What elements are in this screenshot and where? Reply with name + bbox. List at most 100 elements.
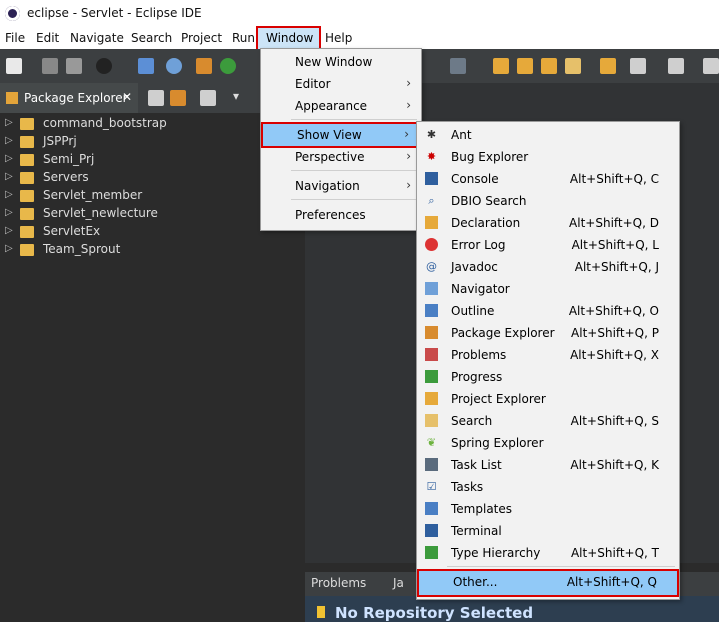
package-explorer-tab[interactable]: Package Explorer ✕ (0, 83, 138, 113)
expand-icon[interactable]: ▷ (5, 153, 13, 164)
open-type-icon[interactable] (493, 58, 509, 74)
toolbar-action-icon[interactable] (450, 58, 466, 74)
menu-separator (291, 199, 417, 200)
save-icon[interactable] (42, 58, 58, 74)
shortcut: Alt+Shift+Q, J (574, 260, 659, 274)
progress-icon (425, 370, 438, 383)
link-editor-icon[interactable] (170, 90, 186, 106)
menu-item-label: Navigation (295, 179, 360, 193)
collapse-all-icon[interactable] (148, 90, 164, 106)
menu-item-perspective[interactable]: Perspective › (261, 146, 421, 168)
view-item-problems[interactable]: Problems Alt+Shift+Q, X (417, 344, 679, 366)
menu-project[interactable]: Project (181, 31, 222, 45)
view-item-declaration[interactable]: Declaration Alt+Shift+Q, D (417, 212, 679, 234)
view-item-label: Terminal (451, 524, 502, 538)
menu-navigate[interactable]: Navigate (70, 31, 124, 45)
project-icon (20, 190, 34, 202)
menu-window-label: Window (266, 31, 314, 45)
menu-item-new-window[interactable]: New Window (261, 51, 421, 73)
view-item-label: Console (451, 172, 499, 186)
expand-icon[interactable]: ▷ (5, 189, 13, 200)
tree-item[interactable]: ▷ JSPPrj (0, 133, 299, 151)
expand-icon[interactable]: ▷ (5, 207, 13, 218)
tree-item[interactable]: ▷ Servlet_newlecture (0, 205, 299, 223)
menu-item-show-view[interactable]: Show View › (261, 122, 421, 148)
menu-edit[interactable]: Edit (36, 31, 59, 45)
menu-item-navigation[interactable]: Navigation › (261, 175, 421, 197)
forward-icon[interactable] (703, 58, 719, 74)
save-all-icon[interactable] (66, 58, 82, 74)
view-item-dbio-search[interactable]: ⌕ DBIO Search (417, 190, 679, 212)
view-item-type-hierarchy[interactable]: Type Hierarchy Alt+Shift+Q, T (417, 542, 679, 564)
open-task-icon[interactable] (517, 58, 533, 74)
window-title: eclipse - Servlet - Eclipse IDE (27, 6, 202, 20)
project-icon (20, 136, 34, 148)
run-server-icon[interactable] (196, 58, 212, 74)
menu-run[interactable]: Run (232, 31, 255, 45)
tab-problems[interactable]: Problems (311, 576, 366, 590)
view-item-label: Ant (451, 128, 472, 142)
next-annotation-icon[interactable] (630, 58, 646, 74)
tree-item[interactable]: ▷ ServletEx (0, 223, 299, 241)
view-item-label: Spring Explorer (451, 436, 544, 450)
tree-item[interactable]: ▷ command_bootstrap (0, 115, 299, 133)
view-item-templates[interactable]: Templates (417, 498, 679, 520)
profile-icon[interactable] (96, 58, 112, 74)
view-item-project-explorer[interactable]: Project Explorer (417, 388, 679, 410)
menu-item-appearance[interactable]: Appearance › (261, 95, 421, 117)
close-icon[interactable]: ✕ (122, 90, 132, 104)
expand-icon[interactable]: ▷ (5, 243, 13, 254)
filter-icon[interactable] (200, 90, 216, 106)
menu-item-preferences[interactable]: Preferences (261, 204, 421, 226)
tree-item[interactable]: ▷ Servers (0, 169, 299, 187)
shortcut: Alt+Shift+Q, X (570, 348, 659, 362)
view-item-label: Other... (453, 575, 498, 589)
menu-item-label: Preferences (295, 208, 366, 222)
tree-item[interactable]: ▷ Team_Sprout (0, 241, 299, 259)
view-item-console[interactable]: Console Alt+Shift+Q, C (417, 168, 679, 190)
tree-item-label: Semi_Prj (43, 152, 95, 166)
menu-separator (291, 170, 417, 171)
tab-javadoc[interactable]: Ja (393, 576, 404, 590)
templates-icon (425, 502, 438, 515)
menu-search[interactable]: Search (131, 31, 172, 45)
debug-icon[interactable] (138, 58, 154, 74)
view-item-error-log[interactable]: Error Log Alt+Shift+Q, L (417, 234, 679, 256)
shortcut: Alt+Shift+Q, K (570, 458, 659, 472)
menu-help[interactable]: Help (325, 31, 352, 45)
expand-icon[interactable]: ▷ (5, 171, 13, 182)
edit-icon[interactable] (565, 58, 581, 74)
skip-breakpoints-icon[interactable] (166, 58, 182, 74)
view-item-terminal[interactable]: Terminal (417, 520, 679, 542)
view-item-bug-explorer[interactable]: ✸ Bug Explorer (417, 146, 679, 168)
tree-item[interactable]: ▷ Semi_Prj (0, 151, 299, 169)
expand-icon[interactable]: ▷ (5, 117, 13, 128)
view-item-search[interactable]: Search Alt+Shift+Q, S (417, 410, 679, 432)
tree-item[interactable]: ▷ Servlet_member (0, 187, 299, 205)
back-icon[interactable] (668, 58, 684, 74)
view-item-outline[interactable]: Outline Alt+Shift+Q, O (417, 300, 679, 322)
view-item-other[interactable]: Other... Alt+Shift+Q, Q (417, 569, 679, 597)
annotation-icon[interactable] (600, 58, 616, 74)
expand-icon[interactable]: ▷ (5, 225, 13, 236)
menu-file[interactable]: File (5, 31, 25, 45)
tree-item-label: Servers (43, 170, 89, 184)
view-menu-icon[interactable]: ▾ (233, 89, 239, 103)
expand-icon[interactable]: ▷ (5, 135, 13, 146)
view-item-task-list[interactable]: Task List Alt+Shift+Q, K (417, 454, 679, 476)
repository-icon (317, 606, 325, 618)
open-folder-icon[interactable] (541, 58, 557, 74)
view-item-progress[interactable]: Progress (417, 366, 679, 388)
view-item-package-explorer[interactable]: Package Explorer Alt+Shift+Q, P (417, 322, 679, 344)
view-item-navigator[interactable]: Navigator (417, 278, 679, 300)
run-icon[interactable] (220, 58, 236, 74)
view-item-tasks[interactable]: ☑ Tasks (417, 476, 679, 498)
view-item-javadoc[interactable]: @ Javadoc Alt+Shift+Q, J (417, 256, 679, 278)
menu-item-editor[interactable]: Editor › (261, 73, 421, 95)
view-item-label: DBIO Search (451, 194, 527, 208)
view-item-ant[interactable]: ✱ Ant (417, 124, 679, 146)
submenu-arrow-icon: › (404, 127, 409, 141)
view-item-spring-explorer[interactable]: ❦ Spring Explorer (417, 432, 679, 454)
new-icon[interactable] (6, 58, 22, 74)
submenu-arrow-icon: › (406, 98, 411, 112)
